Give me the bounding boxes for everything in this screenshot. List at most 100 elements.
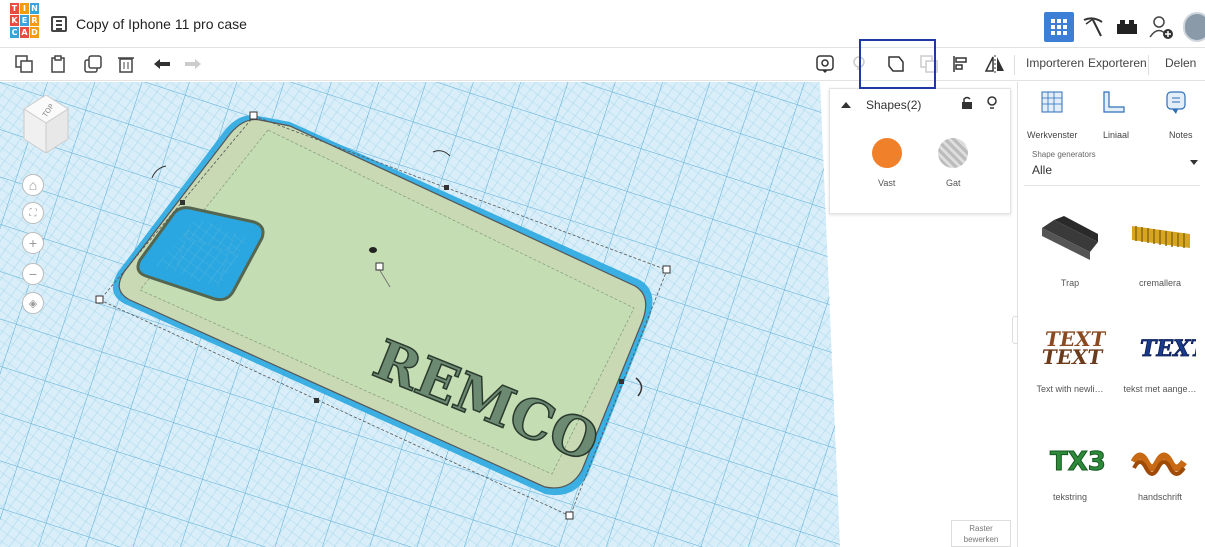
- group-button[interactable]: [885, 53, 907, 75]
- perspective-icon: ◈: [28, 297, 38, 310]
- shape-label-text-newline: Text with newli…: [1036, 384, 1104, 394]
- shape-tile-handschrift[interactable]: [1124, 432, 1196, 491]
- bricks-button[interactable]: [1112, 12, 1142, 42]
- shape-generators-value: Alle: [1032, 163, 1053, 177]
- pickaxe-icon: [1083, 17, 1103, 37]
- view-3d-button[interactable]: [1044, 12, 1074, 42]
- hole-label: Gat: [946, 178, 961, 188]
- copy-button[interactable]: [13, 53, 35, 75]
- notes-icon: [1166, 91, 1186, 114]
- solid-label: Vast: [878, 178, 896, 188]
- document-title[interactable]: Copy of Iphone 11 pro case: [76, 16, 247, 32]
- notes-label: Notes: [1169, 130, 1193, 140]
- undo-button[interactable]: [151, 53, 173, 75]
- paste-button[interactable]: [48, 53, 70, 75]
- logo-letter: A: [20, 27, 29, 38]
- lock-icon[interactable]: [961, 96, 973, 110]
- fit-icon: ⛶: [29, 207, 37, 219]
- copy-icon: [15, 55, 33, 73]
- delete-button[interactable]: [115, 53, 137, 75]
- perspective-button[interactable]: ◈: [22, 292, 44, 314]
- light-icon: [853, 56, 865, 70]
- undo-icon: [154, 59, 170, 69]
- tekstring-icon: TX3: [1050, 447, 1107, 478]
- viewcube-icon: TOP: [23, 94, 69, 154]
- zoom-in-button[interactable]: +: [22, 232, 44, 254]
- align-icon: [953, 56, 967, 72]
- ruler-tool-button[interactable]: Liniaal: [1086, 90, 1142, 140]
- fit-view-button[interactable]: ⛶: [22, 202, 44, 224]
- share-button[interactable]: Delen: [1165, 56, 1196, 70]
- design-list-icon[interactable]: [51, 16, 67, 32]
- notes-button[interactable]: [814, 53, 836, 75]
- center-marker: [369, 247, 377, 253]
- mirror-icon: [984, 55, 1004, 73]
- notes-tool-button[interactable]: Notes: [1148, 90, 1204, 140]
- avatar[interactable]: [1183, 12, 1205, 42]
- collapse-caret-icon[interactable]: [840, 100, 852, 110]
- svg-text:TX3: TX3: [1050, 447, 1106, 477]
- brick-icon: [1117, 20, 1137, 34]
- shape-generators-dropdown[interactable]: Shape generators Alle: [1024, 140, 1200, 186]
- cremallera-icon: [1132, 226, 1190, 248]
- tinkercad-logo[interactable]: TINKERCAD: [10, 3, 41, 44]
- delete-icon: [118, 57, 134, 73]
- view-cube[interactable]: TOP: [22, 94, 72, 158]
- shape-generators-label: Shape generators: [1032, 150, 1096, 159]
- plus-icon: +: [28, 235, 38, 251]
- inspector-title: Shapes(2): [866, 98, 922, 112]
- ruler-icon: [1103, 91, 1125, 113]
- group-icon: [888, 56, 904, 72]
- logo-letter: D: [30, 27, 39, 38]
- right-panel: Werkvenster Liniaal Notes Shape generato…: [1017, 82, 1205, 547]
- hole-button[interactable]: [938, 138, 968, 168]
- ungroup-button[interactable]: [918, 53, 940, 75]
- chevron-down-icon: [1190, 160, 1198, 165]
- minus-icon: −: [28, 266, 38, 282]
- shape-tile-text-custom[interactable]: TEXT: [1124, 322, 1205, 381]
- paste-icon: [51, 55, 65, 73]
- logo-letter: E: [20, 15, 29, 26]
- tinkercad-editor: TINKERCAD Copy of Iphone 11 pro case Imp…: [0, 0, 1205, 547]
- mirror-button[interactable]: [984, 53, 1006, 75]
- logo-letter: K: [10, 15, 19, 26]
- logo-letter: C: [10, 27, 19, 38]
- light-bulb-icon[interactable]: [987, 96, 997, 110]
- show-all-button[interactable]: [848, 53, 870, 75]
- zoom-out-button[interactable]: −: [22, 263, 44, 285]
- note-icon: [816, 55, 834, 73]
- logo-letter: R: [30, 15, 39, 26]
- codeblocks-button[interactable]: [1078, 12, 1108, 42]
- text-custom-icon: TEXT: [1140, 336, 1205, 363]
- home-view-button[interactable]: ⌂: [22, 174, 44, 196]
- trap-icon: [1042, 216, 1098, 260]
- grid-icon: [1051, 19, 1067, 35]
- shape-inspector: Shapes(2) Vast Gat: [829, 88, 1011, 214]
- shape-tile-cremallera[interactable]: [1124, 212, 1196, 271]
- shape-tile-tekstring[interactable]: TX3: [1034, 432, 1107, 491]
- shape-label-tekstring: tekstring: [1052, 492, 1087, 502]
- redo-button[interactable]: [182, 53, 204, 75]
- invite-user-button[interactable]: [1146, 12, 1176, 42]
- shape-label-cremallera: cremallera: [1138, 278, 1181, 288]
- svg-text:TEXT: TEXT: [1140, 336, 1196, 362]
- shape-tile-trap[interactable]: [1034, 212, 1106, 271]
- duplicate-button[interactable]: [82, 53, 104, 75]
- align-button[interactable]: [950, 53, 972, 75]
- top-bar: TINKERCAD Copy of Iphone 11 pro case: [0, 0, 1205, 48]
- redo-icon: [185, 59, 201, 69]
- ruler-label: Liniaal: [1103, 130, 1130, 140]
- toolbar-divider: [1014, 55, 1015, 75]
- import-button[interactable]: Importeren: [1026, 56, 1084, 70]
- shape-tile-text-newline[interactable]: TEXT TEXT: [1034, 322, 1108, 381]
- workplane-tool-button[interactable]: Werkvenster: [1024, 90, 1080, 140]
- shape-label-text-custom: tekst met aange…: [1123, 384, 1197, 394]
- duplicate-icon: [84, 55, 102, 73]
- edit-toolbar: [0, 48, 1205, 81]
- edit-grid-label-2: bewerken: [963, 535, 999, 544]
- solid-color-button[interactable]: [872, 138, 902, 168]
- edit-grid-button[interactable]: Raster bewerken: [951, 520, 1011, 547]
- handschrift-icon: [1130, 452, 1187, 476]
- ungroup-icon: [920, 55, 938, 73]
- export-button[interactable]: Exporteren: [1088, 56, 1147, 70]
